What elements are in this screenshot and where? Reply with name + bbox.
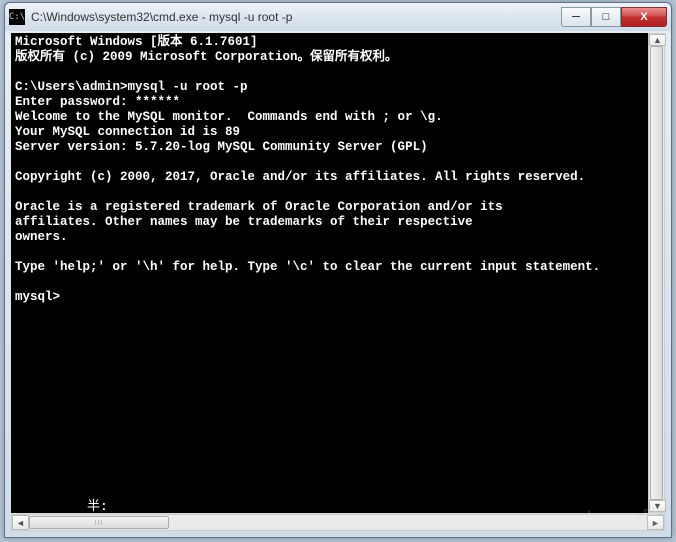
maximize-button[interactable]: □ bbox=[591, 7, 621, 27]
scroll-left-button[interactable]: ◄ bbox=[12, 515, 29, 530]
window-title: C:\Windows\system32\cmd.exe - mysql -u r… bbox=[31, 10, 561, 24]
window-controls: ─ □ X bbox=[561, 7, 667, 27]
scroll-up-button[interactable]: ▲ bbox=[649, 34, 666, 46]
terminal-output[interactable]: Microsoft Windows [版本 6.1.7601] 版权所有 (c)… bbox=[11, 33, 665, 495]
horizontal-scrollbar[interactable]: ◄ ► bbox=[11, 514, 665, 531]
vertical-scrollbar[interactable]: ▲ ▼ bbox=[648, 33, 665, 513]
scroll-track-vertical[interactable] bbox=[649, 46, 664, 500]
scroll-right-button[interactable]: ► bbox=[647, 515, 664, 530]
titlebar[interactable]: C:\ C:\Windows\system32\cmd.exe - mysql … bbox=[5, 3, 671, 31]
client-area: Microsoft Windows [版本 6.1.7601] 版权所有 (c)… bbox=[11, 33, 665, 513]
minimize-button[interactable]: ─ bbox=[561, 7, 591, 27]
scroll-thumb-vertical[interactable] bbox=[650, 46, 663, 500]
scroll-down-button[interactable]: ▼ bbox=[649, 500, 666, 512]
cmd-window: C:\ C:\Windows\system32\cmd.exe - mysql … bbox=[4, 2, 672, 538]
ime-status-bar: 半: bbox=[11, 495, 665, 513]
cmd-icon: C:\ bbox=[9, 9, 25, 25]
scroll-track-horizontal[interactable] bbox=[29, 515, 647, 530]
close-button[interactable]: X bbox=[621, 7, 667, 27]
scroll-thumb-horizontal[interactable] bbox=[29, 516, 169, 529]
